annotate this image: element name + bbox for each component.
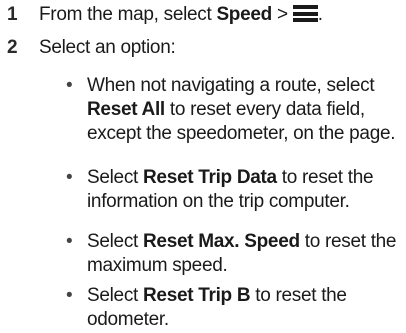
option-line-rest: to reset the [250, 285, 347, 306]
step-number: 1 [7, 4, 18, 25]
step-bold-speed: Speed [216, 4, 272, 25]
option-line: When not navigating a route, select [87, 75, 375, 96]
option-bold: Reset Trip Data [143, 167, 277, 188]
option-line-start: Select [87, 231, 143, 252]
bullet-icon: • [66, 231, 73, 252]
option-text: Select Reset Trip B to reset the odomete… [87, 284, 405, 332]
bullet-icon: • [66, 167, 73, 188]
menu-icon [292, 5, 318, 22]
option-bold: Reset Max. Speed [143, 231, 300, 252]
option-text: Select Reset Trip Data to reset the info… [87, 166, 405, 214]
step-separator: > [271, 4, 293, 25]
option-line: Select Reset Trip B to reset the [87, 284, 405, 308]
option-line: Reset All to reset every data field, [87, 98, 405, 122]
option-line: maximum speed. [87, 255, 228, 276]
bullet-icon: • [66, 285, 73, 306]
option-line-start: Select [87, 285, 143, 306]
step-text-after: . [317, 4, 323, 25]
option-line: Select Reset Trip Data to reset the [87, 166, 405, 190]
option-line: information on the trip computer. [87, 191, 350, 212]
option-line: odometer. [87, 309, 169, 330]
step-number: 2 [7, 37, 18, 58]
option-line: except the speedometer, on the page. [87, 123, 396, 144]
step-text: From the map, select Speed > . [39, 3, 323, 27]
instruction-document: 1 From the map, select Speed > . 2 Selec… [0, 0, 406, 333]
option-line-rest: to reset every data field, [164, 99, 365, 120]
option-line-rest: to reset the [299, 231, 397, 252]
option-text: When not navigating a route, select Rese… [87, 74, 405, 146]
option-line-rest: to reset the [276, 167, 374, 188]
option-line-start: Select [87, 167, 143, 188]
option-line: Select Reset Max. Speed to reset the [87, 230, 405, 254]
step-text-before: From the map, select [39, 4, 217, 25]
step-text: Select an option: [39, 37, 176, 58]
bullet-icon: • [66, 75, 73, 96]
option-bold: Reset Trip B [143, 285, 251, 306]
option-bold: Reset All [87, 99, 165, 120]
option-text: Select Reset Max. Speed to reset the max… [87, 230, 405, 278]
